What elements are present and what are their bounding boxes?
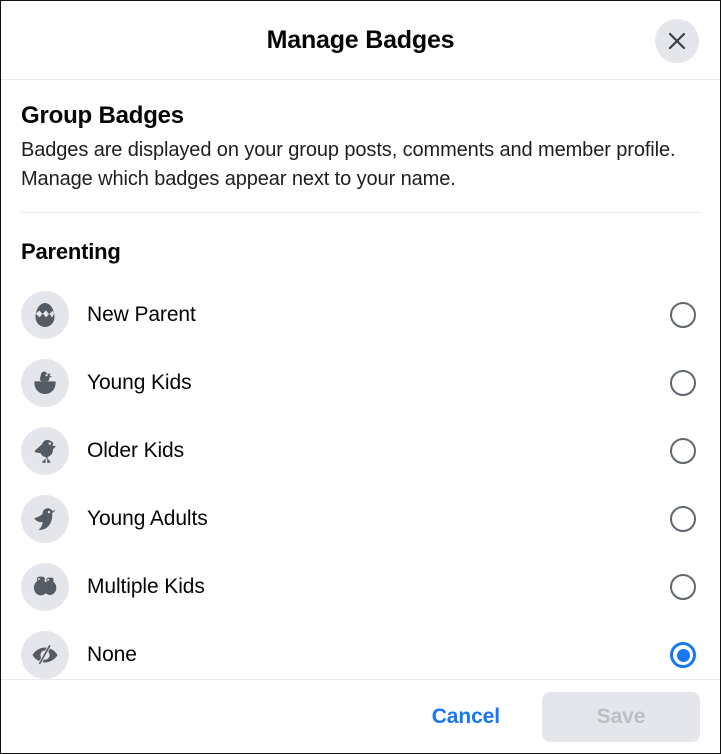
close-icon: [665, 29, 689, 53]
chick-in-nest-icon: [21, 359, 69, 407]
dialog-header: Manage Badges: [1, 1, 720, 80]
badge-radio-new-parent[interactable]: [670, 302, 696, 328]
save-button[interactable]: Save: [542, 691, 700, 742]
badge-row-multiple-kids[interactable]: Multiple Kids: [1, 553, 720, 621]
badge-row-older-kids[interactable]: Older Kids: [1, 417, 720, 485]
badge-label: None: [87, 643, 137, 666]
dialog-title: Manage Badges: [266, 25, 455, 54]
standing-bird-icon: [21, 427, 69, 475]
badge-row-young-adults[interactable]: Young Adults: [1, 485, 720, 553]
badge-radio-young-adults[interactable]: [670, 506, 696, 532]
flying-bird-icon: [21, 495, 69, 543]
dialog-body[interactable]: Group Badges Badges are displayed on you…: [1, 80, 720, 679]
badge-label: Young Kids: [87, 371, 192, 394]
badge-label: Older Kids: [87, 439, 185, 462]
cancel-button[interactable]: Cancel: [418, 697, 514, 737]
section-divider: [21, 212, 700, 213]
badge-list: New Parent Young Kids Older Kids Young A…: [1, 281, 720, 679]
badge-row-none[interactable]: None: [1, 621, 720, 679]
intro-section: Group Badges Badges are displayed on you…: [1, 80, 720, 194]
badge-row-new-parent[interactable]: New Parent: [1, 281, 720, 349]
badge-row-young-kids[interactable]: Young Kids: [1, 349, 720, 417]
badge-label: Multiple Kids: [87, 575, 205, 598]
badge-radio-older-kids[interactable]: [670, 438, 696, 464]
group-badges-heading: Group Badges: [21, 102, 184, 129]
parenting-group-title: Parenting: [21, 239, 121, 264]
badge-label: Young Adults: [87, 507, 208, 530]
badge-radio-young-kids[interactable]: [670, 370, 696, 396]
cracked-egg-icon: [21, 291, 69, 339]
group-badges-description: Badges are displayed on your group posts…: [21, 139, 676, 190]
badge-label: New Parent: [87, 303, 196, 326]
manage-badges-dialog: Manage Badges Group Badges Badges are di…: [0, 0, 721, 754]
badge-radio-multiple-kids[interactable]: [670, 574, 696, 600]
two-birds-icon: [21, 563, 69, 611]
dialog-footer: Cancel Save: [1, 679, 720, 753]
close-icon-button[interactable]: [655, 19, 699, 63]
badge-radio-none[interactable]: [670, 642, 696, 668]
eye-slash-icon: [21, 631, 69, 679]
